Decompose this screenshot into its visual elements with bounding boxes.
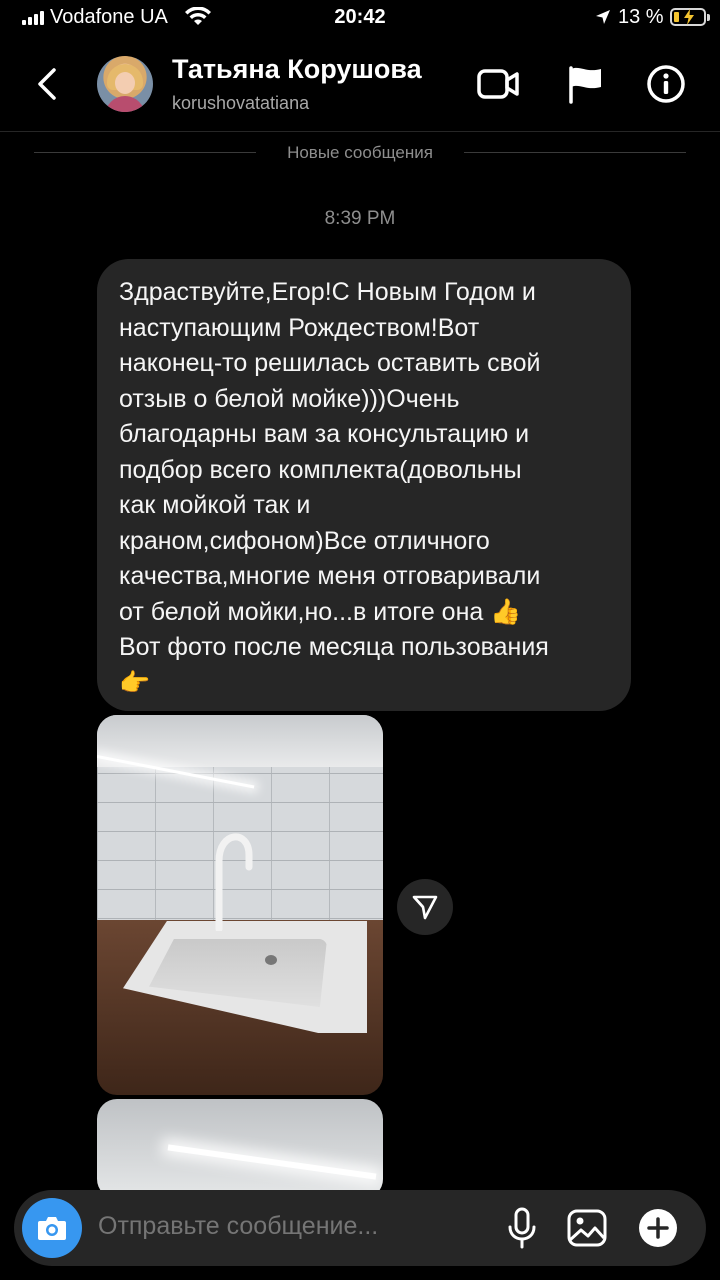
camera-button[interactable] xyxy=(22,1198,82,1258)
gallery-icon[interactable] xyxy=(566,1208,608,1248)
plus-icon[interactable] xyxy=(638,1208,678,1248)
back-icon[interactable] xyxy=(32,64,64,104)
microphone-icon[interactable] xyxy=(506,1207,538,1249)
contact-name[interactable]: Татьяна Корушова xyxy=(172,54,422,85)
message-bubble[interactable]: Здраствуйте,Егор!С Новым Годом и наступа… xyxy=(97,259,631,711)
battery-icon xyxy=(670,8,706,26)
location-arrow-icon xyxy=(596,10,610,24)
second-photo[interactable] xyxy=(97,1099,383,1199)
camera-icon xyxy=(38,1217,66,1240)
message-timestamp: 8:39 PM xyxy=(324,208,396,229)
chat-header: Татьяна Корушова korushovatatiana xyxy=(0,40,720,132)
sink-photo[interactable] xyxy=(97,715,383,1095)
message-text: Здраствуйте,Егор!С Новым Годом и наступа… xyxy=(119,278,549,697)
info-icon[interactable] xyxy=(644,64,688,104)
contact-username[interactable]: korushovatatiana xyxy=(172,93,309,114)
new-messages-divider: Новые сообщения xyxy=(34,141,686,165)
battery-percent: 13 % xyxy=(618,6,664,28)
message-composer xyxy=(14,1190,706,1266)
video-call-icon[interactable] xyxy=(476,64,520,104)
avatar[interactable] xyxy=(97,56,153,112)
flag-icon[interactable] xyxy=(564,64,608,104)
clock: 20:42 xyxy=(334,6,386,28)
new-messages-label: Новые сообщения xyxy=(287,143,433,162)
status-bar: Vodafone UA 20:42 13 % xyxy=(0,0,720,40)
message-input[interactable] xyxy=(98,1212,478,1241)
battery-cap xyxy=(707,14,710,21)
send-icon xyxy=(412,895,438,920)
share-button[interactable] xyxy=(397,879,453,935)
